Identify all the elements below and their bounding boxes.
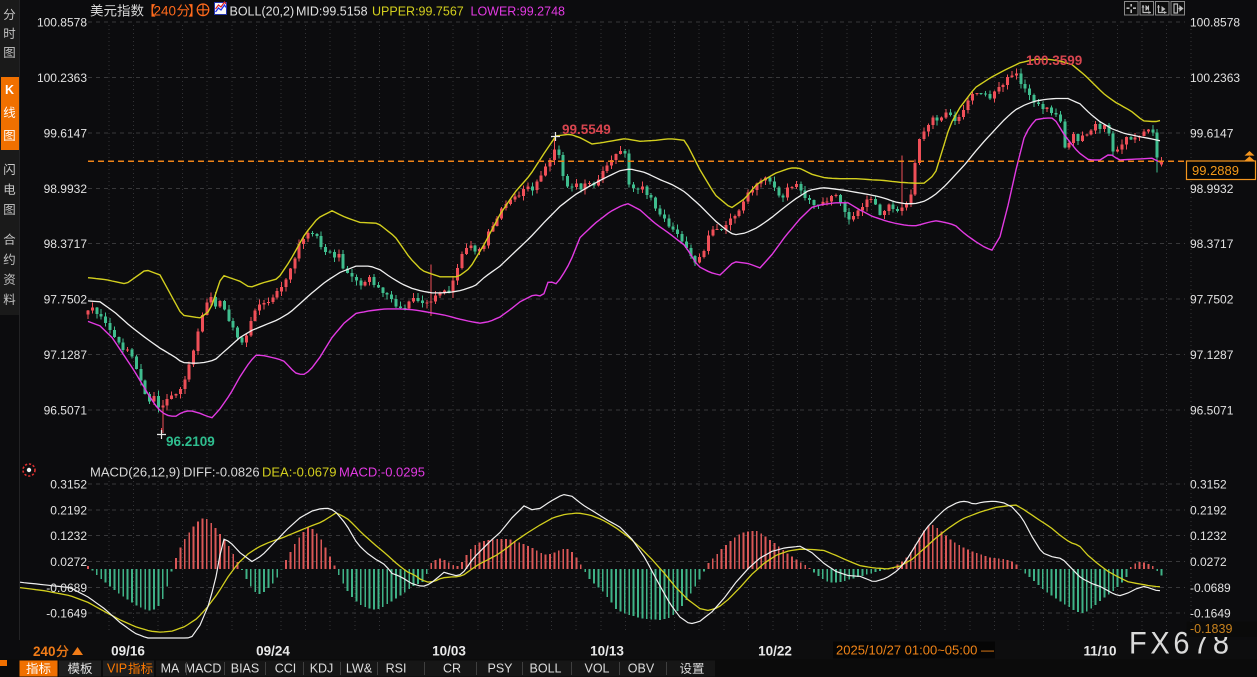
svg-text:MA: MA <box>161 662 180 676</box>
svg-text:240: 240 <box>154 4 177 19</box>
svg-text:10/22: 10/22 <box>758 644 792 659</box>
svg-text:96.5071: 96.5071 <box>1190 404 1234 418</box>
svg-text:2025/10/27 01:00~05:00 —: 2025/10/27 01:00~05:00 — <box>836 643 994 658</box>
svg-text:97.1287: 97.1287 <box>44 348 88 362</box>
svg-text:100.8578: 100.8578 <box>1190 16 1240 30</box>
svg-text:99.6147: 99.6147 <box>1190 126 1234 140</box>
svg-text:10/13: 10/13 <box>590 644 624 659</box>
svg-text:0.2192: 0.2192 <box>1190 503 1227 517</box>
svg-text:UPPER:99.7567: UPPER:99.7567 <box>372 5 464 19</box>
svg-text:DEA:-0.0679: DEA:-0.0679 <box>262 465 336 480</box>
svg-text:98.9932: 98.9932 <box>1190 182 1234 196</box>
svg-text:-0.1649: -0.1649 <box>1190 607 1231 621</box>
svg-text:MACD(26,12,9): MACD(26,12,9) <box>90 465 180 480</box>
svg-text:0.2192: 0.2192 <box>50 503 87 517</box>
svg-text:100.2363: 100.2363 <box>1190 71 1240 85</box>
svg-text:11/10: 11/10 <box>1083 644 1116 659</box>
svg-text:0.0272: 0.0272 <box>50 555 87 569</box>
svg-text:09/16: 09/16 <box>111 644 145 659</box>
svg-text:CCI: CCI <box>275 662 297 676</box>
svg-text:96.2109: 96.2109 <box>166 434 215 449</box>
svg-text:PSY: PSY <box>487 662 513 676</box>
svg-text:100.2363: 100.2363 <box>37 71 87 85</box>
svg-text:LOWER:99.2748: LOWER:99.2748 <box>471 5 566 19</box>
svg-text:VOL: VOL <box>584 662 609 676</box>
svg-text:VIP: VIP <box>107 662 127 676</box>
svg-text:-0.1839: -0.1839 <box>1190 622 1232 636</box>
svg-text:97.7502: 97.7502 <box>44 293 88 307</box>
svg-text:97.7502: 97.7502 <box>1190 293 1234 307</box>
svg-text:MID:99.5158: MID:99.5158 <box>296 5 368 19</box>
svg-text:97.1287: 97.1287 <box>1190 348 1234 362</box>
svg-text:BOLL: BOLL <box>530 662 562 676</box>
svg-text:100.3599: 100.3599 <box>1026 53 1082 68</box>
svg-text:BIAS: BIAS <box>231 662 260 676</box>
svg-text:98.3717: 98.3717 <box>44 237 88 251</box>
svg-text:10/03: 10/03 <box>432 644 466 659</box>
svg-text:K: K <box>5 83 14 97</box>
svg-text:09/24: 09/24 <box>256 644 290 659</box>
svg-text:DIFF:-0.0826: DIFF:-0.0826 <box>183 465 260 480</box>
svg-text:MACD: MACD <box>185 662 222 676</box>
svg-text:240: 240 <box>33 644 56 659</box>
svg-text:100.8578: 100.8578 <box>37 16 87 30</box>
svg-text:RSI: RSI <box>386 662 407 676</box>
svg-text:0.3152: 0.3152 <box>1190 478 1227 492</box>
svg-text:-0.1649: -0.1649 <box>46 607 87 621</box>
svg-text:CR: CR <box>443 662 461 676</box>
svg-text:96.5071: 96.5071 <box>44 404 88 418</box>
svg-text:-0.0689: -0.0689 <box>46 581 87 595</box>
svg-text:BOLL(20,2): BOLL(20,2) <box>230 5 295 19</box>
svg-text:KDJ: KDJ <box>310 662 334 676</box>
svg-text:99.6147: 99.6147 <box>44 126 88 140</box>
svg-text:99.2889: 99.2889 <box>1192 163 1239 178</box>
svg-text:98.3717: 98.3717 <box>1190 237 1234 251</box>
svg-text:98.9932: 98.9932 <box>44 182 88 196</box>
svg-text:LW&: LW& <box>346 662 373 676</box>
svg-text:OBV: OBV <box>628 662 655 676</box>
svg-text:0.1232: 0.1232 <box>1190 529 1227 543</box>
svg-text:0.1232: 0.1232 <box>50 529 87 543</box>
svg-text:99.5549: 99.5549 <box>562 122 611 137</box>
svg-text:MACD:-0.0295: MACD:-0.0295 <box>339 465 425 480</box>
svg-text:0.3152: 0.3152 <box>50 478 87 492</box>
svg-text:0.0272: 0.0272 <box>1190 555 1227 569</box>
svg-text:-0.0689: -0.0689 <box>1190 581 1231 595</box>
